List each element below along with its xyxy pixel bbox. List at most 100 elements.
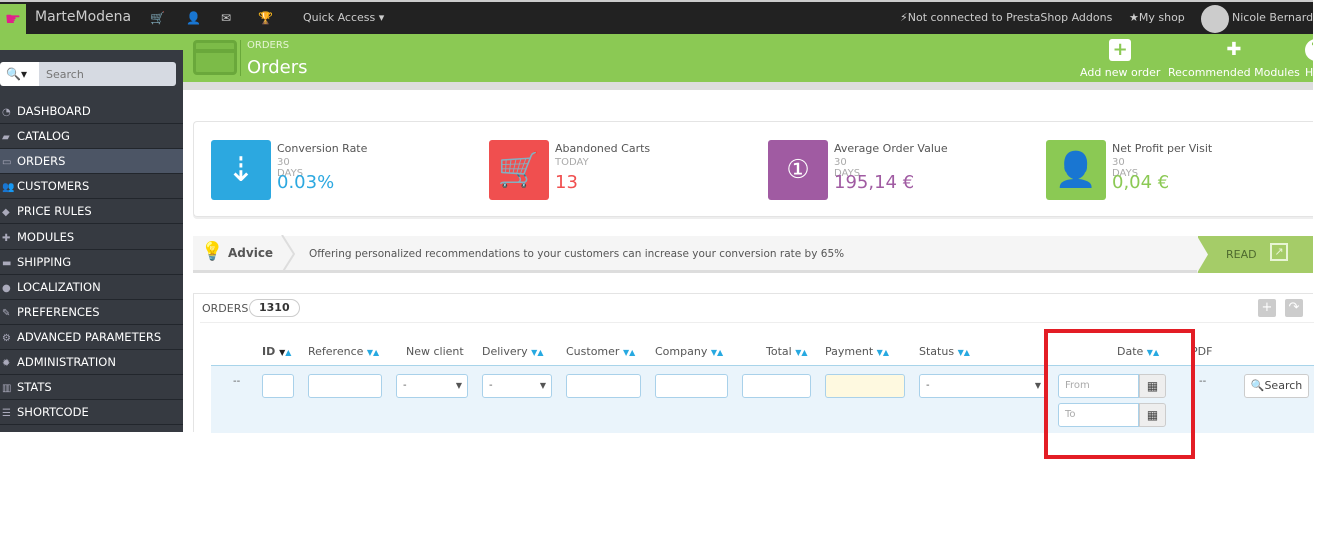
sidebar-item-stats[interactable]: ▥ STATS [0, 375, 183, 401]
kpi-title: Average Order Value [834, 142, 948, 155]
addons-label: Not connected to PrestaShop Addons [907, 11, 1113, 24]
search-icon: 🔍 [1250, 379, 1265, 392]
read-advice-button[interactable]: READ ↗ [1197, 236, 1313, 273]
column-header-delivery[interactable]: Delivery ▼▲ [482, 345, 543, 358]
sidebar-item-label: PRICE RULES [17, 204, 92, 219]
user-name[interactable]: Nicole Bernardini [1232, 11, 1313, 24]
quick-access-menu[interactable]: Quick Access ▾ [303, 11, 384, 24]
column-label: New client [406, 345, 464, 358]
lightbulb-icon: 💡 [201, 241, 224, 262]
date-filter-highlight [1044, 329, 1195, 459]
cogs-icon: ⚙ [2, 332, 11, 344]
column-header-id[interactable]: ID ▼▲ [262, 345, 291, 358]
search-button[interactable]: 🔍Search [1244, 374, 1309, 398]
plus-icon: + [1109, 39, 1132, 61]
cart-icon[interactable]: 🛒 [150, 11, 165, 25]
search-label: Search [1264, 379, 1303, 392]
prestashop-logo-icon[interactable]: ☛ [0, 4, 26, 36]
column-header-total[interactable]: Total ▼▲ [766, 345, 808, 358]
mail-icon[interactable]: ✉ [221, 11, 231, 25]
chevron-separator-icon [281, 235, 295, 273]
column-header-payment[interactable]: Payment ▼▲ [825, 345, 889, 358]
advice-title: Advice [228, 246, 274, 260]
filter-company-input[interactable] [655, 374, 728, 398]
breadcrumb[interactable]: ORDERS [247, 40, 289, 51]
column-header-company[interactable]: Company ▼▲ [655, 345, 723, 358]
filter-customer-input[interactable] [566, 374, 641, 398]
add-new-order-label: Add new order [1080, 66, 1161, 79]
help-icon: ? [1305, 39, 1313, 61]
filter-total-input[interactable] [742, 374, 811, 398]
kpi-value: 195,14 € [834, 172, 915, 193]
dashboard-icon: ◔ [2, 107, 11, 118]
column-header-customer[interactable]: Customer ▼▲ [566, 345, 635, 358]
advice-bar: 💡 Advice Offering personalized recommend… [193, 235, 1313, 273]
row-prefix: -- [233, 376, 241, 387]
sidebar-item-catalog[interactable]: ▰ CATALOG [0, 124, 183, 150]
list-icon: ☰ [2, 408, 11, 420]
search-type-dropdown[interactable]: 🔍▾ [0, 62, 39, 86]
shop-name[interactable]: MarteModena [35, 9, 131, 25]
recommended-modules-label: Recommended Modules [1168, 66, 1300, 79]
filter-new-client-select[interactable]: - ▼ [396, 374, 468, 398]
user-icon[interactable]: 👤 [186, 11, 201, 25]
sidebar-item-advanced-parameters[interactable]: ⚙ ADVANCED PARAMETERS [0, 325, 183, 350]
header-divider [183, 82, 1313, 90]
sidebar-item-orders[interactable]: ▭ ORDERS [0, 149, 183, 175]
sidebar-item-shortcode[interactable]: ☰ SHORTCODE [0, 400, 183, 426]
dropdown-arrow-icon: ▼ [455, 381, 462, 390]
sidebar-item-preferences[interactable]: ✎ PREFERENCES [0, 300, 183, 325]
filter-status-select[interactable]: - ▼ [919, 374, 1047, 398]
add-icon[interactable]: + [1258, 299, 1276, 317]
my-shop-link[interactable]: ★My shop [1129, 11, 1185, 24]
kpi-value: 0,04 € [1112, 172, 1170, 193]
avatar[interactable] [1201, 5, 1229, 33]
sidebar-item-label: CUSTOMERS [17, 179, 90, 194]
recommended-modules-button[interactable]: ✚ Recommended Modules [1168, 39, 1300, 79]
sidebar-item-administration[interactable]: ✹ ADMINISTRATION [0, 350, 183, 375]
cart-icon: 🛒 [489, 140, 549, 200]
credit-card-icon: ▭ [2, 157, 12, 169]
trophy-icon[interactable]: 🏆 [258, 11, 273, 25]
tag-icon: ◆ [2, 207, 10, 219]
filter-delivery-select[interactable]: - ▼ [482, 374, 552, 398]
kpi-value: 0.03% [277, 172, 335, 193]
book-icon: ▰ [2, 132, 10, 144]
sidebar-item-shipping[interactable]: ▬ SHIPPING [0, 250, 183, 275]
sidebar-item-label: DASHBOARD [17, 104, 91, 118]
column-label: Customer [566, 345, 620, 358]
sidebar-item-label: CATALOG [17, 129, 70, 144]
bar-chart-icon: ▥ [2, 383, 12, 395]
add-new-order-button[interactable]: + Add new order [1080, 39, 1160, 79]
user-icon: 👤 [1046, 140, 1106, 200]
sidebar-item-label: ADVANCED PARAMETERS [17, 329, 162, 344]
kpi-value: 13 [555, 172, 578, 193]
sidebar-item-price-rules[interactable]: ◆ PRICE RULES [0, 199, 183, 225]
sidebar-item-modules[interactable]: ✚ MODULES [0, 225, 183, 250]
filter-payment-input[interactable] [825, 374, 905, 398]
help-label: Help [1305, 66, 1313, 79]
puzzle-icon: ✚ [2, 232, 11, 244]
search-input[interactable] [39, 62, 176, 86]
sidebar-item-label: MODULES [17, 229, 75, 244]
kpi-title: Abandoned Carts [555, 142, 651, 155]
kpi-period: TODAY [555, 157, 589, 168]
filter-id-input[interactable] [262, 374, 294, 398]
help-button[interactable]: ? Help [1305, 39, 1313, 79]
sidebar-item-dashboard[interactable]: ◔ DASHBOARD [0, 99, 183, 124]
kpi-title: Conversion Rate [277, 142, 368, 155]
select-value: - [403, 380, 407, 391]
sidebar-item-customers[interactable]: 👥 CUSTOMERS [0, 174, 183, 200]
filter-reference-input[interactable] [308, 374, 382, 398]
column-header-reference[interactable]: Reference ▼▲ [308, 345, 379, 358]
sidebar-item-label: SHORTCODE [17, 405, 89, 420]
addons-link[interactable]: ⚡Not connected to PrestaShop Addons [900, 11, 1112, 24]
gear-icon: ✹ [2, 358, 11, 369]
sidebar-item-label: ORDERS [17, 154, 66, 169]
banknote-icon: ① [768, 140, 828, 200]
sidebar-search: 🔍▾ [0, 62, 176, 86]
sidebar-item-localization[interactable]: ● LOCALIZATION [0, 275, 183, 300]
column-header-status[interactable]: Status ▼▲ [919, 345, 970, 358]
export-icon[interactable]: ↷ [1285, 299, 1303, 317]
advice-text: Offering personalized recommendations to… [309, 248, 845, 260]
